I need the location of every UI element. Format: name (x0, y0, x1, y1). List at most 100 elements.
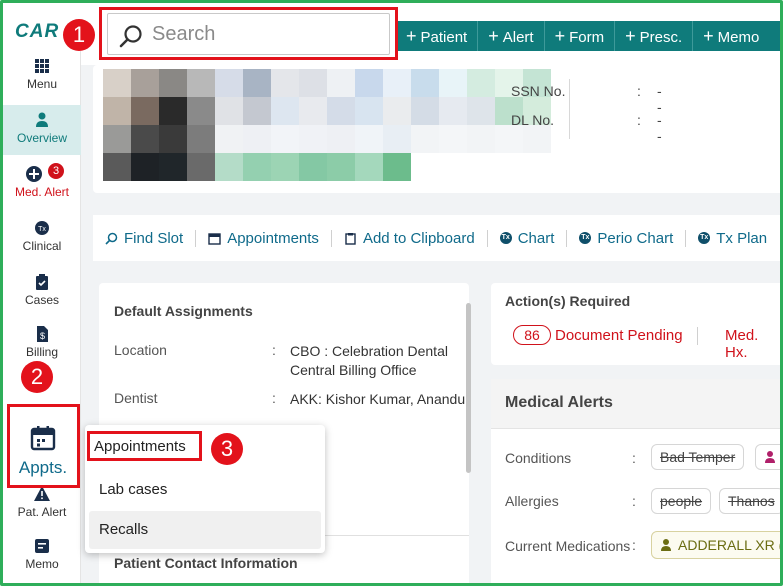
location-value: CBO : Celebration Dental Central Billing… (290, 343, 448, 378)
dollar-doc-icon: $ (37, 326, 48, 342)
sidebar-item-label: Menu (26, 77, 58, 91)
person-icon (661, 539, 671, 551)
tx-plan-label: Tx Plan (716, 229, 768, 247)
add-form-button[interactable]: + Form (543, 21, 615, 51)
sidebar-item-menu[interactable]: Menu (3, 57, 81, 91)
add-alert-button[interactable]: + Alert (477, 21, 543, 51)
dentist-row: Dentist : AKK: Kishor Kumar, Anandu (114, 390, 465, 407)
calendar-icon (208, 232, 221, 245)
allergy-tag[interactable]: people (651, 488, 712, 514)
patient-header-card (93, 65, 780, 193)
action-separator (697, 327, 698, 345)
add-prescription-label: Presc. (639, 29, 683, 46)
med-alert-badge: 3 (48, 163, 64, 179)
search-icon (105, 232, 118, 245)
sidebar-item-label: Overview (16, 131, 67, 145)
plus-circle-icon (26, 166, 42, 182)
plus-icon: + (406, 26, 417, 46)
medications-label: Current Medications (505, 538, 631, 554)
tx-plan-link[interactable]: Tx Tx Plan (685, 229, 779, 247)
app-frame: CAR Search + Patient + Alert + Form + Presc.… (0, 0, 783, 586)
location-row: Location : CBO : Celebration Dental Cent… (114, 342, 448, 378)
document-pending-link[interactable]: Document Pending (555, 327, 683, 344)
plus-icon: + (703, 26, 714, 46)
add-form-label: Form (569, 29, 605, 46)
tx-icon: Tx (698, 232, 711, 244)
person-icon (765, 451, 775, 463)
menu-item-lab-cases[interactable]: Lab cases (99, 481, 167, 498)
ssn-colon: : (637, 83, 641, 99)
plus-icon: + (625, 26, 636, 46)
sidebar-item-clinical[interactable]: Tx Clinical (3, 219, 81, 253)
header-divider (569, 79, 570, 139)
medications-colon: : (632, 537, 636, 553)
perio-chart-label: Perio Chart (597, 229, 674, 247)
svg-text:Tx: Tx (38, 226, 46, 233)
appts-highlight-box (7, 404, 80, 488)
default-assignments-title: Default Assignments (114, 303, 253, 319)
clipboard-icon (36, 274, 48, 290)
medication-tag[interactable]: ADDERALL XR ( (651, 531, 783, 559)
quick-action-bar: + Patient + Alert + Form + Presc. + Memo (396, 21, 780, 51)
grid-icon (35, 59, 49, 73)
dl-value: -- (657, 112, 662, 144)
sidebar-item-label: Med. Alert (14, 185, 70, 199)
step-1-marker: 1 (63, 19, 95, 51)
add-memo-button[interactable]: + Memo (692, 21, 769, 51)
location-colon: : (272, 342, 276, 358)
find-slot-link[interactable]: Find Slot (93, 230, 195, 247)
condition-tag[interactable]: Bad Temper (651, 444, 745, 470)
quick-links-bar: Find Slot Appointments Add to Clipboard … (93, 215, 780, 261)
sidebar-item-cases[interactable]: Cases (3, 273, 81, 307)
dentist-colon: : (272, 390, 276, 406)
medical-alerts-title: Medical Alerts (505, 394, 613, 411)
conditions-label: Conditions (505, 450, 572, 466)
sidebar-item-label: Cases (24, 293, 59, 307)
add-memo-label: Memo (717, 29, 760, 46)
patient-contact-title: Patient Contact Information (114, 555, 298, 571)
ssn-value: -- (657, 83, 662, 115)
assignments-scrollbar[interactable] (466, 303, 471, 473)
dl-row: DL No. : -- (511, 112, 662, 144)
chart-link[interactable]: Tx Chart (486, 229, 567, 247)
condition-tag-more[interactable] (755, 444, 780, 470)
sidebar-item-label: Pat. Alert (17, 505, 67, 519)
medication-name: ADDERALL XR ( (678, 537, 783, 553)
med-hx-link[interactable]: Med. Hx. (725, 327, 780, 361)
sidebar-item-overview[interactable]: Overview (3, 105, 81, 155)
add-to-clipboard-link[interactable]: Add to Clipboard (330, 229, 487, 247)
perio-chart-link[interactable]: Tx Perio Chart (566, 229, 685, 247)
add-alert-label: Alert (502, 29, 534, 46)
sidebar-item-billing[interactable]: $ Billing (3, 325, 81, 359)
plus-icon: + (554, 26, 566, 46)
app-logo: CAR (15, 21, 60, 42)
add-prescription-button[interactable]: + Presc. (614, 21, 692, 51)
ssn-label: SSN No. (511, 83, 566, 99)
sidebar-item-pat-alert[interactable]: Pat. Alert (3, 485, 81, 519)
step-2-marker: 2 (21, 361, 53, 393)
memo-icon (35, 539, 49, 553)
add-to-clipboard-label: Add to Clipboard (362, 229, 475, 247)
menu-item-recalls[interactable]: Recalls (99, 521, 148, 538)
sidebar-item-med-alert[interactable]: 3 Med. Alert (3, 163, 81, 199)
sidebar-item-label: Clinical (22, 239, 62, 253)
document-pending-count[interactable]: 86 (513, 325, 551, 345)
search-highlight-box (99, 7, 398, 60)
allergy-tag[interactable]: Thanos (719, 488, 780, 514)
dl-label: DL No. (511, 112, 555, 128)
allergies-colon: : (632, 493, 636, 509)
dentist-label: Dentist (114, 390, 158, 406)
sidebar-item-memo[interactable]: Memo (3, 537, 81, 571)
location-label: Location (114, 342, 167, 358)
appointments-link[interactable]: Appointments (195, 229, 331, 247)
tx-icon: Tx (579, 232, 592, 244)
sidebar-item-label: Billing (25, 345, 58, 359)
clipboard-icon (345, 232, 356, 245)
chart-label: Chart (517, 229, 555, 247)
sidebar-item-label: Memo (25, 557, 59, 571)
step-3-marker: 3 (211, 433, 243, 465)
dl-colon: : (637, 112, 641, 128)
add-patient-button[interactable]: + Patient (396, 21, 477, 51)
find-slot-label: Find Slot (124, 229, 184, 247)
appointments-label: Appointments (227, 229, 319, 247)
